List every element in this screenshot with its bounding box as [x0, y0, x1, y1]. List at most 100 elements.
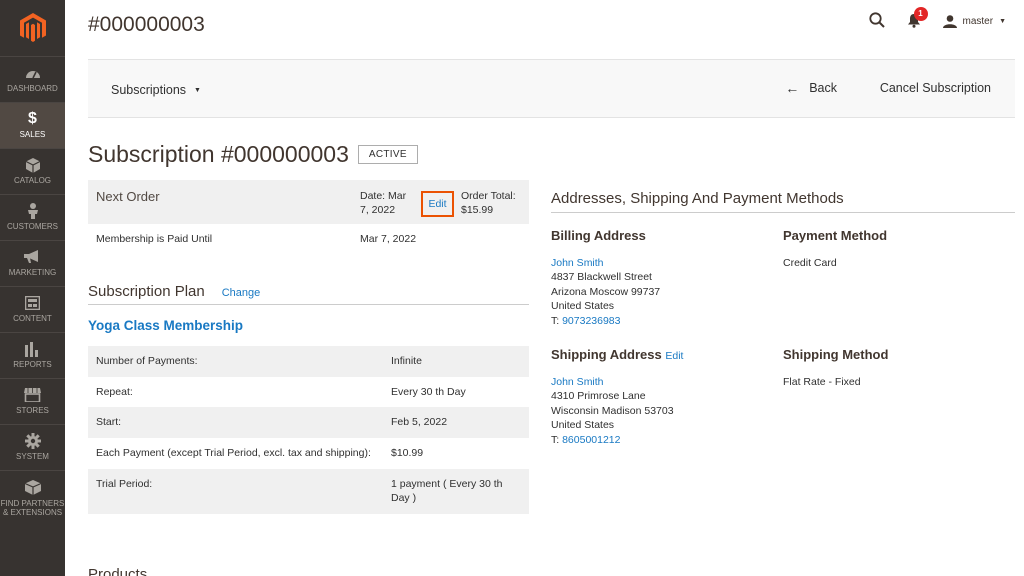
plan-row-label: Each Payment (except Trial Period, excl.… [96, 447, 371, 460]
shipping-address-title-text: Shipping Address [551, 347, 662, 362]
table-row: Number of Payments: Infinite [88, 346, 529, 377]
nav-dashboard[interactable]: DASHBOARD [0, 56, 65, 102]
nav-find-partners-line1: FIND PARTNERS [0, 498, 65, 508]
next-order-total-line2: $15.99 [461, 204, 494, 217]
table-row: Start: Feb 5, 2022 [88, 407, 529, 439]
nav-marketing-label: MARKETING [8, 268, 57, 278]
shipping-address-title: Shipping Address Edit [551, 347, 683, 362]
notification-count-badge: 1 [913, 6, 928, 21]
billing-street: 4837 Blackwell Street [551, 271, 652, 284]
shipping-street: 4310 Primrose Lane [551, 390, 646, 403]
nav-system[interactable]: SYSTEM [0, 424, 65, 470]
user-menu[interactable]: master ▼ [942, 15, 1006, 28]
person-icon [24, 203, 42, 220]
billing-country: United States [551, 300, 615, 313]
magento-logo-icon [19, 13, 46, 42]
change-plan-link[interactable]: Change [222, 287, 261, 299]
shipping-phone-link[interactable]: 8605001212 [562, 434, 620, 446]
nav-reports-label: REPORTS [13, 360, 52, 370]
shipping-method-value: Flat Rate - Fixed [783, 376, 861, 388]
nav-find-partners-label: FIND PARTNERS & EXTENSIONS [1, 499, 65, 517]
plan-row-value: Infinite [383, 346, 529, 377]
header-actions: 1 master ▼ [868, 6, 1006, 31]
subscriptions-switcher[interactable]: Subscriptions ▼ [111, 83, 201, 97]
dashboard-icon [24, 65, 42, 81]
search-icon[interactable] [868, 12, 885, 31]
shipping-method-title: Shipping Method [783, 347, 889, 362]
next-order-date: Date: Mar 7, 2022 [360, 189, 422, 217]
layout-icon [24, 295, 42, 311]
paid-until-value: Mar 7, 2022 [360, 233, 417, 245]
cancel-subscription-button[interactable]: Cancel Subscription [880, 81, 991, 95]
nav-reports[interactable]: REPORTS [0, 332, 65, 378]
nav-find-partners[interactable]: FIND PARTNERS & EXTENSIONS [0, 470, 65, 526]
notifications-button[interactable]: 1 [907, 6, 928, 31]
nav-stores[interactable]: STORES [0, 378, 65, 424]
nav-customers[interactable]: CUSTOMERS [0, 194, 65, 240]
table-row: Each Payment (except Trial Period, excl.… [88, 438, 529, 469]
nav-customers-label: CUSTOMERS [7, 222, 58, 232]
user-name: master [962, 16, 994, 27]
subscription-heading: Subscription #000000003 ACTIVE [88, 141, 418, 168]
nav-system-label: SYSTEM [16, 452, 49, 462]
plan-row-label: Start: [88, 407, 383, 439]
subscriptions-switcher-label: Subscriptions [111, 83, 187, 97]
shipping-customer-name-link[interactable]: John Smith [551, 376, 604, 388]
next-order-label: Next Order [96, 189, 160, 204]
next-order-date-line1: Date: Mar [360, 190, 407, 202]
nav-marketing[interactable]: MARKETING [0, 240, 65, 286]
nav-stores-label: STORES [16, 406, 49, 416]
caret-down-icon: ▼ [194, 86, 201, 94]
table-row: Repeat: Every 30 th Day [88, 377, 529, 408]
next-order-total-line1: Order Total: [461, 190, 516, 202]
next-order-edit-link[interactable]: Edit [421, 191, 454, 217]
shipping-address-edit-link[interactable]: Edit [665, 350, 683, 362]
next-order-row: Next Order Date: Mar 7, 2022 Edit Order … [88, 180, 529, 224]
subscription-title: Subscription #000000003 [88, 141, 349, 167]
user-icon [942, 15, 957, 28]
addresses-section-title: Addresses, Shipping And Payment Methods [551, 190, 1015, 213]
nav-dashboard-label: DASHBOARD [7, 84, 58, 94]
paid-until-label: Membership is Paid Until [96, 233, 213, 245]
billing-phone-prefix: T: [551, 314, 563, 327]
paid-until-row: Membership is Paid Until Mar 7, 2022 [88, 224, 529, 256]
bar-chart-icon [24, 341, 42, 357]
payment-method-title: Payment Method [783, 228, 888, 243]
plan-row-value: 1 payment ( Every 30 th Day ) [383, 468, 529, 515]
nav-sales-label: SALES [19, 130, 46, 140]
plan-row-label: Repeat: [96, 385, 133, 398]
megaphone-icon [24, 249, 42, 265]
storefront-icon [24, 387, 42, 403]
next-order-total: Order Total: $15.99 [461, 189, 526, 217]
next-order-date-line2: 7, 2022 [360, 204, 396, 217]
plan-row-label: Trial Period: [88, 468, 383, 515]
shipping-country: United States [551, 419, 615, 432]
billing-customer-name-link[interactable]: John Smith [551, 257, 604, 269]
subscription-plan-title: Subscription Plan [88, 283, 205, 300]
page-actions-bar: Subscriptions ▼ ← Back Cancel Subscripti… [88, 59, 1015, 118]
shipping-address-block: John Smith 4310 Primrose Lane Wisconsin … [551, 375, 674, 447]
nav-catalog[interactable]: CATALOG [0, 148, 65, 194]
plan-details-table: Number of Payments: Infinite Repeat: Eve… [88, 346, 529, 515]
billing-address-title: Billing Address [551, 228, 646, 243]
back-button-label: Back [809, 81, 837, 95]
table-row: Trial Period: 1 payment ( Every 30 th Da… [88, 468, 529, 515]
magento-logo[interactable] [0, 0, 65, 56]
shipping-city: Wisconsin Madison 53703 [551, 404, 674, 417]
arrow-left-icon: ← [785, 80, 800, 96]
plan-row-value: $10.99 [391, 447, 424, 460]
back-button[interactable]: ← Back [785, 81, 837, 95]
dollar-icon: $ [28, 110, 37, 128]
nav-content[interactable]: CONTENT [0, 286, 65, 332]
admin-sidebar: DASHBOARD $ SALES CATALOG CUSTOMERS MARK… [0, 0, 65, 576]
plan-row-value: Every 30 th Day [391, 385, 466, 398]
billing-address-block: John Smith 4837 Blackwell Street Arizona… [551, 256, 660, 328]
plan-row-value: Feb 5, 2022 [383, 407, 529, 439]
payment-method-value: Credit Card [783, 257, 837, 269]
status-badge: ACTIVE [357, 145, 418, 164]
plan-name-link[interactable]: Yoga Class Membership [88, 318, 243, 333]
nav-sales[interactable]: $ SALES [0, 102, 65, 148]
nav-find-partners-line2: & EXTENSIONS [2, 508, 63, 517]
billing-phone-link[interactable]: 9073236983 [562, 315, 620, 327]
shipping-phone-prefix: T: [551, 433, 563, 446]
